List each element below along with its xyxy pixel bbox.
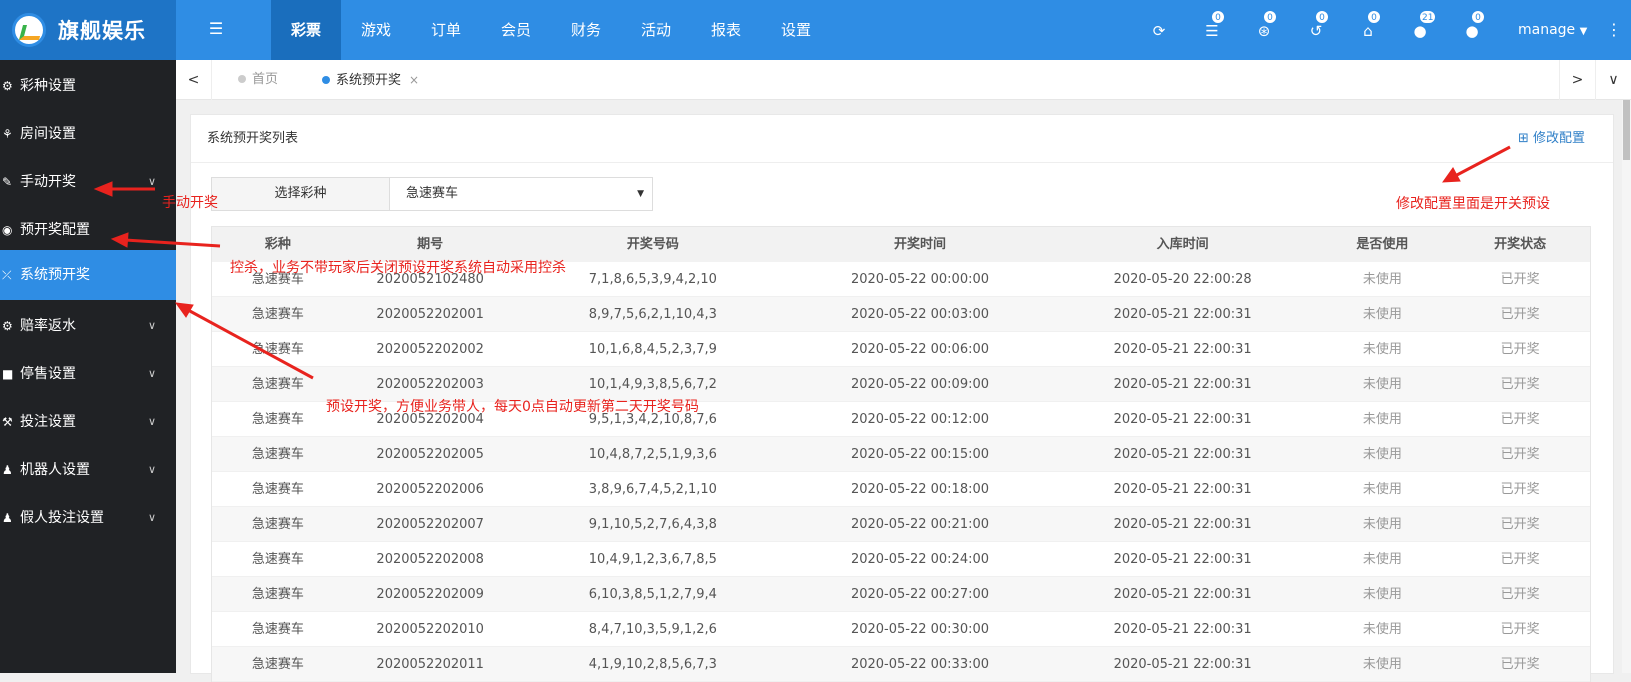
- arrowhead: [110, 232, 129, 248]
- annotation-config: 修改配置里面是开关预设: [1396, 196, 1550, 212]
- annotation-arrows: [93, 145, 1511, 380]
- arrow-pre-draw-config: [124, 238, 221, 248]
- arrowhead: [93, 181, 113, 197]
- arrow-edit-config: [1454, 145, 1511, 178]
- arrowhead: [174, 302, 194, 318]
- annotation-control: 控杀，业务不带玩家后关闭预设开奖系统自动采用控杀: [230, 260, 566, 276]
- arrow-system-pre-draw: [187, 308, 314, 380]
- annotation-manual-draw: 手动开奖: [162, 195, 218, 211]
- annotation-preset: 预设开奖，方便业务带人，每天0点自动更新第二天开奖号码: [326, 399, 699, 415]
